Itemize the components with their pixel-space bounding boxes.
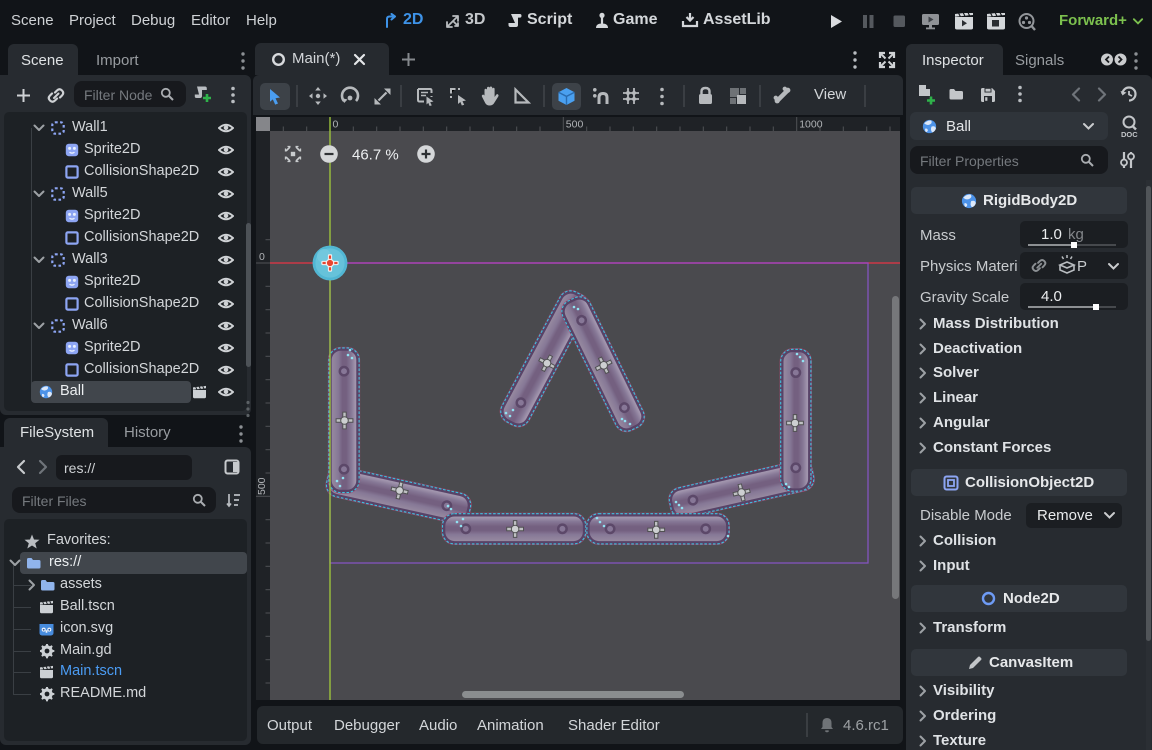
svg-text:500: 500 bbox=[256, 477, 268, 495]
svg-text:DOC: DOC bbox=[1121, 130, 1138, 139]
svg-text:0: 0 bbox=[259, 251, 265, 263]
svg-text:46.7 %: 46.7 % bbox=[352, 147, 399, 164]
svg-text:0: 0 bbox=[333, 119, 339, 131]
svg-text:500: 500 bbox=[566, 119, 584, 131]
svg-text:1000: 1000 bbox=[799, 119, 823, 131]
